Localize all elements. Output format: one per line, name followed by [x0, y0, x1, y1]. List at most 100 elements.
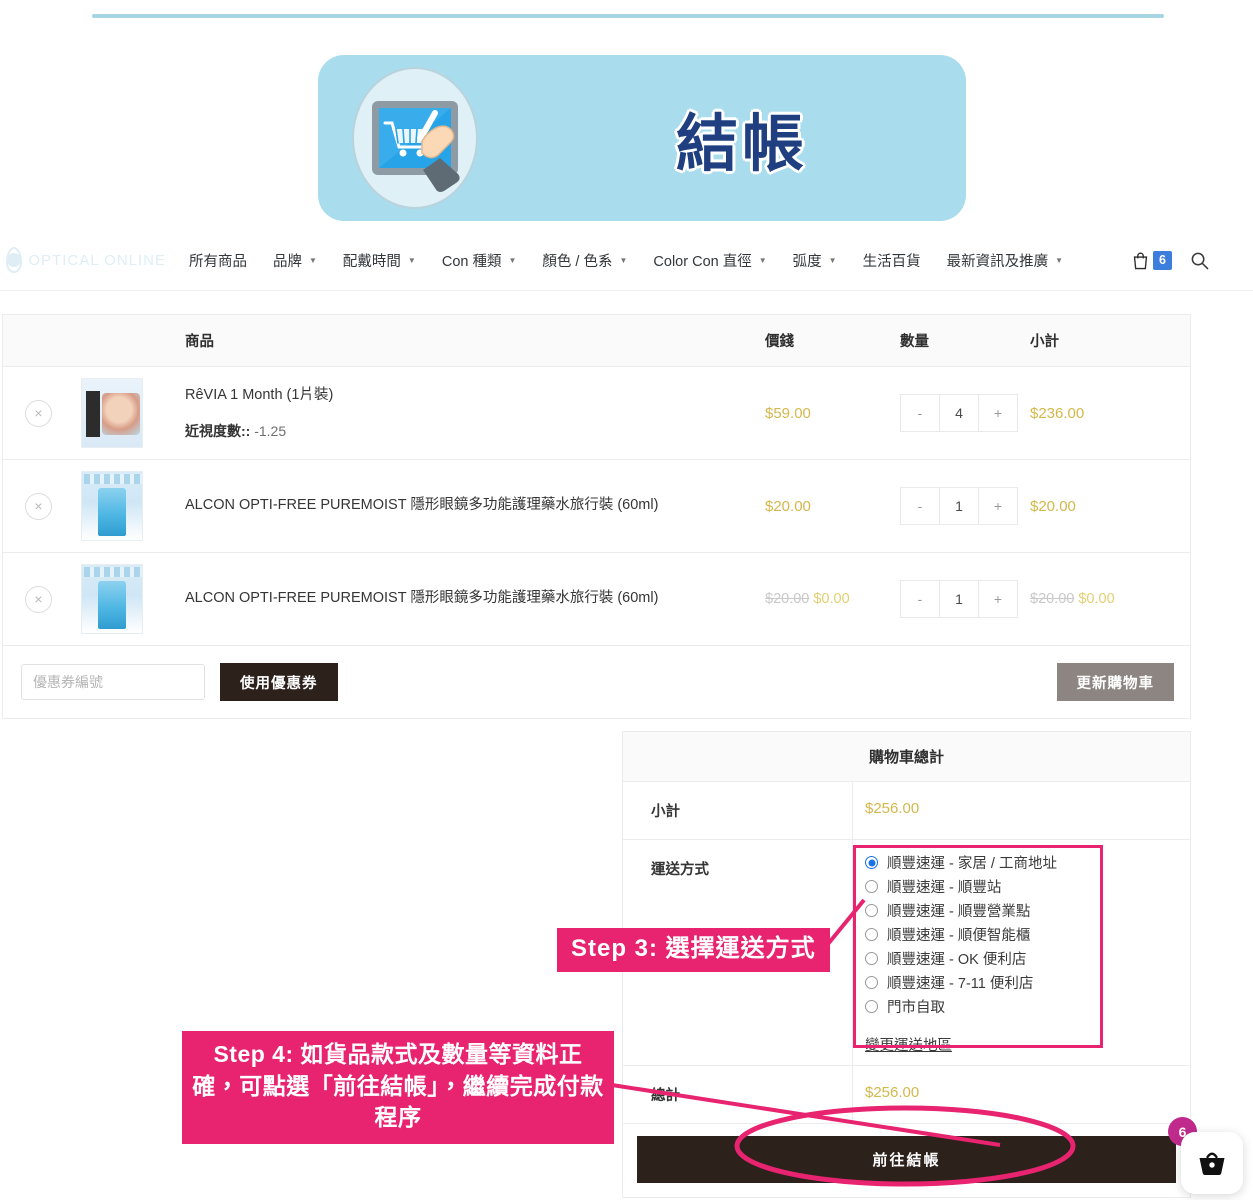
header-quantity: 數量 — [900, 334, 929, 350]
radio-icon[interactable] — [865, 952, 878, 965]
eye-logo-icon — [6, 247, 23, 273]
radio-icon[interactable] — [865, 880, 878, 893]
radio-icon-selected[interactable] — [865, 856, 878, 869]
total-value: $256.00 — [865, 1084, 920, 1101]
nav-item-lens-type[interactable]: Con 種類 ▼ — [429, 230, 530, 291]
remove-cell: × — [3, 399, 81, 427]
radio-icon[interactable] — [865, 928, 878, 941]
shipping-option-sf-home[interactable]: 順豐速運 - 家居 / 工商地址 — [865, 852, 1190, 873]
shipping-option-label: 順豐速運 - 順便智能櫃 — [887, 928, 1031, 944]
proceed-to-checkout-button[interactable]: 前往結帳 — [637, 1136, 1176, 1183]
quantity-value[interactable]: 4 — [939, 395, 979, 431]
quantity-increase-button[interactable]: + — [979, 395, 1017, 431]
quantity-increase-button[interactable]: + — [979, 581, 1017, 617]
nav-item-label: 生活百貨 — [862, 254, 921, 270]
quantity-increase-button[interactable]: + — [979, 488, 1017, 524]
apply-coupon-button[interactable]: 使用優惠券 — [220, 663, 338, 701]
product-subtotal: $20.00 — [1030, 497, 1076, 515]
nav-cart-button[interactable]: 6 — [1132, 251, 1172, 270]
product-subtotal: $236.00 — [1030, 404, 1085, 422]
nav-item-lifestyle-goods[interactable]: 生活百貨 — [850, 230, 934, 291]
subtotal-row: 小計 $256.00 — [623, 782, 1190, 840]
nav-item-color[interactable]: 顏色 / 色系 ▼ — [529, 230, 640, 291]
total-label: 總計 — [623, 1066, 853, 1123]
subtotal-label: 小計 — [623, 782, 853, 839]
shipping-option-sf-locker[interactable]: 順豐速運 - 順便智能櫃 — [865, 924, 1190, 945]
site-logo[interactable]: OPTICAL ONLINE — [6, 243, 166, 277]
radio-icon[interactable] — [865, 1000, 878, 1013]
change-shipping-area-link[interactable]: 變更運送地區 — [865, 1034, 952, 1055]
table-row: × ALCON OPTI-FREE PUREMOIST 隱形眼鏡多功能護理藥水旅… — [3, 460, 1190, 553]
coupon-actions-row: 使用優惠券 更新購物車 — [3, 646, 1190, 718]
nav-item-all-products[interactable]: 所有商品 — [176, 230, 260, 291]
nav-item-label: 配戴時間 — [342, 254, 401, 270]
shipping-options-cell: 順豐速運 - 家居 / 工商地址 順豐速運 - 順豐站 順豐速運 - 順豐營業點… — [853, 840, 1190, 1065]
table-row: × RêVIA 1 Month (1片裝) 近視度數:: -1.25 $59.0… — [3, 367, 1190, 460]
update-cart-button[interactable]: 更新購物車 — [1056, 663, 1174, 701]
quantity-value[interactable]: 1 — [939, 581, 979, 617]
chevron-down-icon: ▼ — [407, 255, 416, 265]
page-banner: 結帳 — [318, 55, 966, 221]
shipping-option-seven-eleven[interactable]: 順豐速運 - 7-11 便利店 — [865, 972, 1190, 993]
cart-table-header: 商品 價錢 數量 小計 — [3, 315, 1190, 367]
annotation-step-3: Step 3: 選擇運送方式 — [557, 928, 830, 972]
checkout-button-wrap: 前往結帳 — [623, 1124, 1190, 1197]
nav-item-label: 弧度 — [792, 254, 822, 270]
quantity-value[interactable]: 1 — [939, 488, 979, 524]
header-subtotal: 小計 — [1030, 334, 1059, 350]
quantity-stepper[interactable]: - 1 + — [900, 580, 1018, 618]
product-name-link[interactable]: ALCON OPTI-FREE PUREMOIST 隱形眼鏡多功能護理藥水旅行裝… — [185, 495, 765, 517]
chevron-down-icon: ▼ — [619, 255, 628, 265]
nav-item-label: 所有商品 — [189, 254, 247, 270]
nav-item-news-promotions[interactable]: 最新資訊及推廣 ▼ — [934, 230, 1076, 291]
product-name-link[interactable]: ALCON OPTI-FREE PUREMOIST 隱形眼鏡多功能護理藥水旅行裝… — [185, 588, 765, 610]
quantity-decrease-button[interactable]: - — [901, 488, 939, 524]
product-price: $20.00 $0.00 — [765, 591, 900, 607]
product-image-cell — [81, 378, 181, 448]
quantity-decrease-button[interactable]: - — [901, 395, 939, 431]
product-image-cell — [81, 564, 181, 634]
remove-item-button[interactable]: × — [25, 399, 52, 427]
banner-title: 結帳 — [675, 110, 808, 179]
site-logo-text: OPTICAL ONLINE — [28, 251, 166, 269]
checkout-tablet-cart-icon — [340, 63, 490, 213]
product-thumbnail[interactable] — [81, 378, 143, 448]
annotation-step-4: Step 4: 如貨品款式及數量等資料正確，可點選「前往結帳」，繼續完成付款程序 — [182, 1031, 614, 1145]
quantity-stepper[interactable]: - 4 + — [900, 394, 1018, 432]
coupon-code-input[interactable] — [21, 664, 205, 700]
product-name-link[interactable]: RêVIA 1 Month (1片裝) — [185, 385, 765, 407]
shipping-option-sf-station[interactable]: 順豐速運 - 順豐站 — [865, 876, 1190, 897]
table-row: × ALCON OPTI-FREE PUREMOIST 隱形眼鏡多功能護理藥水旅… — [3, 553, 1190, 646]
subtotal-value: $256.00 — [865, 800, 920, 817]
quantity-decrease-button[interactable]: - — [901, 581, 939, 617]
top-divider-rule — [92, 14, 1164, 18]
nav-item-wear-duration[interactable]: 配戴時間 ▼ — [330, 230, 429, 291]
product-price-discounted: $0.00 — [813, 591, 850, 607]
product-image-cell — [81, 471, 181, 541]
shipping-option-store-pickup[interactable]: 門市自取 — [865, 996, 1190, 1017]
cart-items-table: 商品 價錢 數量 小計 × RêVIA 1 Month (1片裝) 近視度數::… — [2, 314, 1191, 719]
remove-item-button[interactable]: × — [25, 585, 52, 613]
radio-icon[interactable] — [865, 976, 878, 989]
nav-item-brand[interactable]: 品牌 ▼ — [260, 230, 330, 291]
product-subtotal-original: $20.00 — [1030, 591, 1075, 607]
search-icon[interactable] — [1190, 251, 1209, 270]
nav-cart-count-badge: 6 — [1153, 251, 1172, 270]
shipping-option-sf-service-point[interactable]: 順豐速運 - 順豐營業點 — [865, 900, 1190, 921]
product-thumbnail[interactable] — [81, 471, 143, 541]
product-subtotal-discounted: $0.00 — [1078, 591, 1115, 607]
product-thumbnail[interactable] — [81, 564, 143, 634]
checkout-page: 結帳 OPTICAL ONLINE 所有商品 品牌 ▼ 配戴時間 ▼ Con 種… — [0, 0, 1253, 1200]
remove-item-button[interactable]: × — [25, 492, 52, 520]
chevron-down-icon: ▼ — [309, 255, 317, 265]
radio-icon[interactable] — [865, 904, 878, 917]
floating-cart-button[interactable] — [1181, 1132, 1243, 1194]
product-info-cell: RêVIA 1 Month (1片裝) 近視度數:: -1.25 — [181, 385, 765, 441]
header-price: 價錢 — [765, 334, 794, 350]
nav-item-base-curve[interactable]: 弧度 ▼ — [780, 230, 850, 291]
nav-item-color-con-diameter[interactable]: Color Con 直徑 ▼ — [640, 230, 779, 291]
nav-right-actions: 6 — [1132, 230, 1209, 291]
quantity-stepper[interactable]: - 1 + — [900, 487, 1018, 525]
shipping-option-ok-store[interactable]: 順豐速運 - OK 便利店 — [865, 948, 1190, 969]
chevron-down-icon: ▼ — [1055, 255, 1063, 265]
